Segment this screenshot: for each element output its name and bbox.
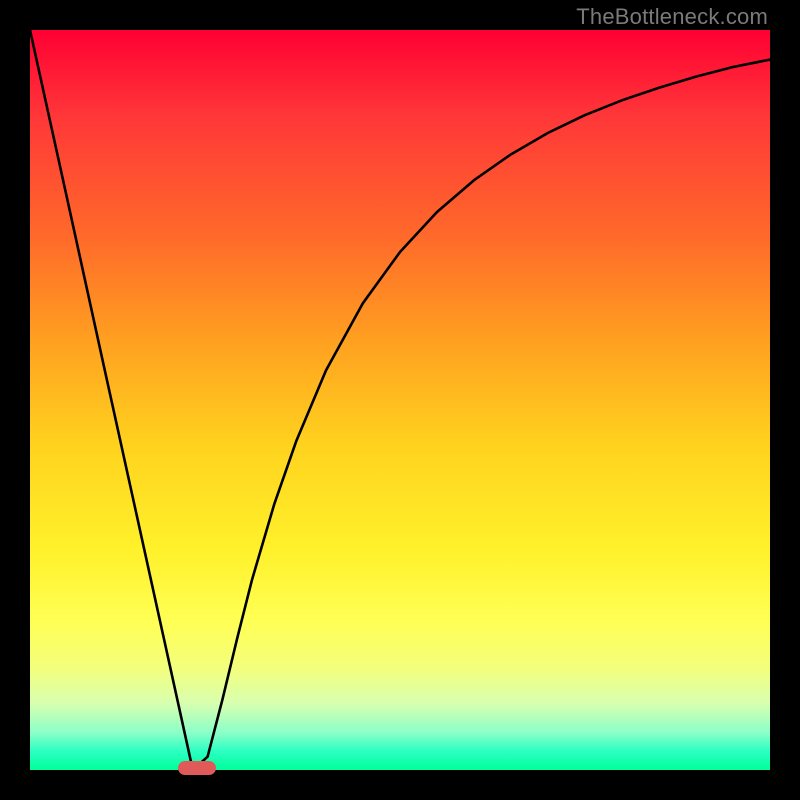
chart-curve xyxy=(30,30,770,770)
plot-area xyxy=(30,30,770,770)
chart-frame: TheBottleneck.com xyxy=(0,0,800,800)
watermark-text: TheBottleneck.com xyxy=(576,4,768,30)
minimum-marker xyxy=(178,761,216,775)
